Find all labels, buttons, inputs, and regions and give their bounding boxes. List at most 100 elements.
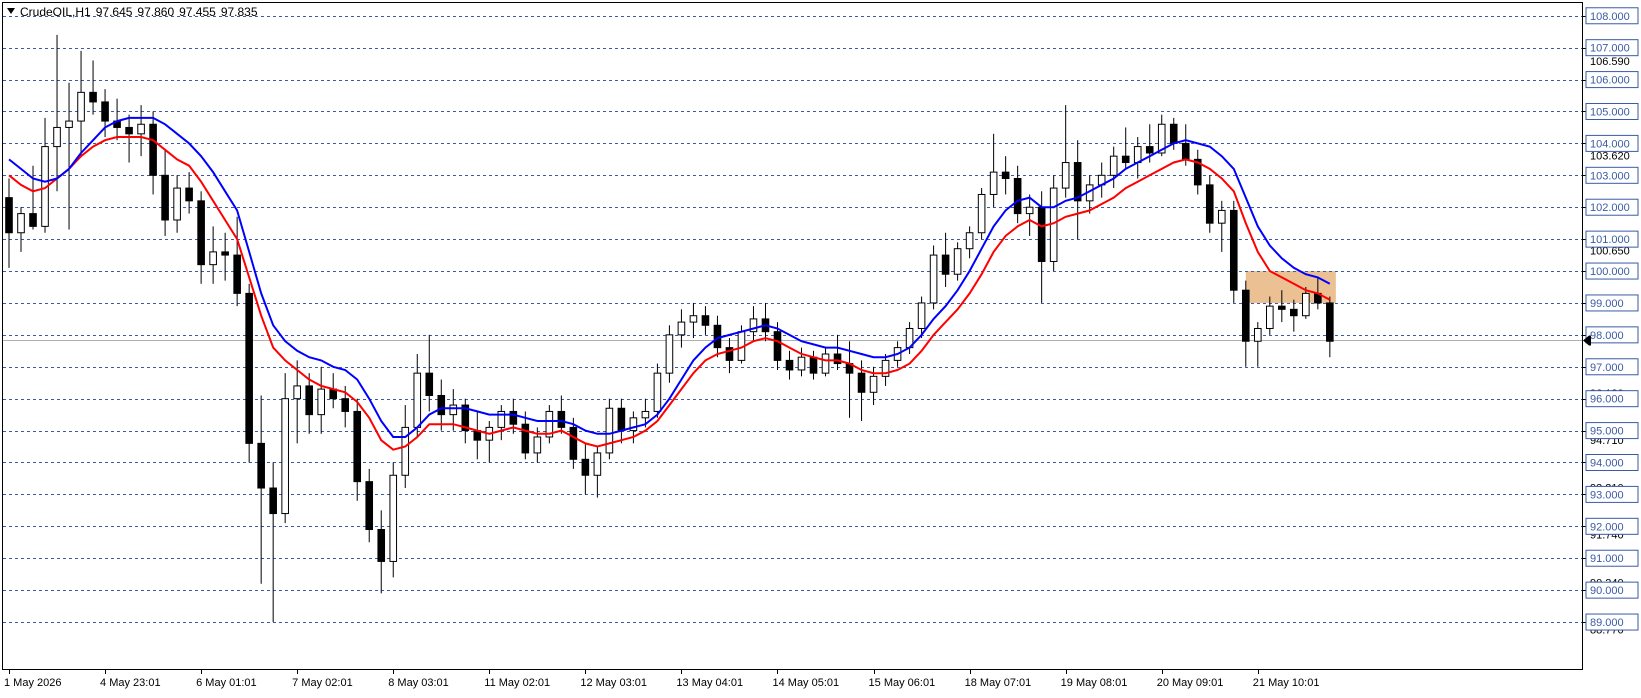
candle-body (1001, 171, 1010, 180)
chart-window: 106.590103.620100.65096.18094.71093.2109… (0, 0, 1641, 693)
y-axis-minor-label: 106.590 (1590, 56, 1630, 68)
candle-body (557, 410, 566, 428)
header-high: 97.860 (137, 5, 174, 19)
candle-body (653, 372, 662, 412)
candle-body (1025, 206, 1034, 215)
x-axis-label: 11 May 02:01 (484, 677, 550, 689)
candle-body (173, 187, 181, 221)
candle-body (917, 302, 926, 329)
candle-body (977, 193, 986, 234)
candle-body (449, 404, 458, 416)
x-axis-label: 14 May 05:01 (772, 677, 839, 689)
candle-body (677, 321, 686, 336)
candle-body (521, 423, 530, 454)
y-axis-label: 105.000 (1590, 106, 1630, 118)
candle-body (1253, 327, 1262, 342)
y-axis-label: 101.000 (1590, 234, 1630, 246)
y-axis-label: 97.000 (1590, 362, 1624, 374)
candle-body (1229, 209, 1238, 291)
candle-body (353, 410, 362, 483)
y-axis-label: 95.000 (1590, 426, 1624, 438)
y-axis-label: 91.000 (1590, 553, 1624, 565)
header-symbol: CrudeOIL (20, 5, 72, 19)
moving-average-red-line (8, 136, 1331, 451)
x-axis-label: 7 May 02:01 (292, 677, 353, 689)
candle-body (1278, 305, 1286, 310)
candle-body (1121, 155, 1130, 164)
y-axis-label: 104.000 (1590, 138, 1630, 150)
y-axis-label: 108.000 (1590, 11, 1630, 23)
x-axis-label: 18 May 07:01 (965, 677, 1032, 689)
candle-body (1169, 123, 1178, 144)
candle-body (53, 126, 61, 148)
candle-body (281, 398, 289, 515)
y-axis-label: 90.000 (1590, 585, 1624, 597)
candle-body (593, 452, 602, 476)
candle-body (209, 251, 217, 266)
y-axis-minor-label: 103.620 (1590, 151, 1630, 163)
x-axis-label: 21 May 10:01 (1253, 677, 1320, 689)
header-ohlc: CrudeOIL,H1 97.645 97.860 97.455 97.835 (20, 5, 258, 19)
candle-body (125, 126, 133, 135)
candle-body (1073, 162, 1082, 202)
y-axis-label: 103.000 (1590, 170, 1630, 182)
y-axis-label: 92.000 (1590, 521, 1624, 533)
candle-body (185, 187, 193, 202)
candle-body (797, 356, 806, 371)
candle-body (569, 426, 578, 460)
candle-body (77, 91, 85, 122)
candle-body (701, 315, 710, 326)
candle-body (1265, 305, 1274, 329)
candle-body (821, 353, 830, 374)
x-axis-label: 6 May 01:01 (196, 677, 257, 689)
candle-body (1145, 146, 1154, 154)
candle-body (1217, 209, 1226, 224)
candle-body (149, 123, 157, 176)
x-axis-label: 15 May 06:01 (869, 677, 936, 689)
candle-body (713, 324, 722, 349)
candle-body (317, 388, 326, 416)
candle-body (641, 410, 650, 419)
candle-body (101, 101, 109, 122)
header-open: 97.645 (96, 5, 133, 19)
candle-body (17, 213, 25, 234)
candle-body (413, 372, 422, 428)
candle-body (665, 334, 674, 374)
candle-body (245, 292, 253, 444)
candle-body (89, 91, 97, 103)
candle-body (197, 200, 205, 266)
collapse-triangle-icon[interactable] (7, 8, 15, 14)
candle-body (5, 197, 13, 234)
x-axis-label: 19 May 08:01 (1061, 677, 1128, 689)
x-axis-label: 13 May 04:01 (676, 677, 743, 689)
candle-body (269, 487, 277, 515)
candle-body (437, 394, 446, 416)
x-axis-label: 12 May 03:01 (580, 677, 647, 689)
candle-body (161, 174, 169, 221)
candle-body (581, 458, 590, 476)
candle-body (857, 372, 866, 393)
candle-body (1181, 142, 1190, 160)
candle-body (221, 251, 229, 256)
candle-body (989, 171, 998, 195)
x-axis-label: 20 May 09:01 (1157, 677, 1224, 689)
candle-body (137, 123, 145, 135)
y-axis-label: 102.000 (1590, 202, 1630, 214)
candle-body (953, 248, 962, 275)
candle-body (941, 254, 950, 275)
candle-body (1037, 206, 1046, 262)
candle-body (365, 481, 374, 531)
candle-body (965, 232, 974, 250)
price-chart[interactable]: 106.590103.620100.65096.18094.71093.2109… (0, 0, 1641, 693)
candle-body (1109, 155, 1118, 176)
candle-body (389, 474, 398, 562)
candle-body (605, 407, 614, 454)
candle-body (305, 385, 313, 416)
candle-body (689, 315, 698, 323)
candle-body (1290, 308, 1298, 317)
y-axis-label: 93.000 (1590, 489, 1624, 501)
candle-body (425, 372, 434, 396)
header-close: 97.835 (221, 5, 258, 19)
supply-zone (1245, 271, 1336, 303)
candle-body (377, 529, 386, 562)
